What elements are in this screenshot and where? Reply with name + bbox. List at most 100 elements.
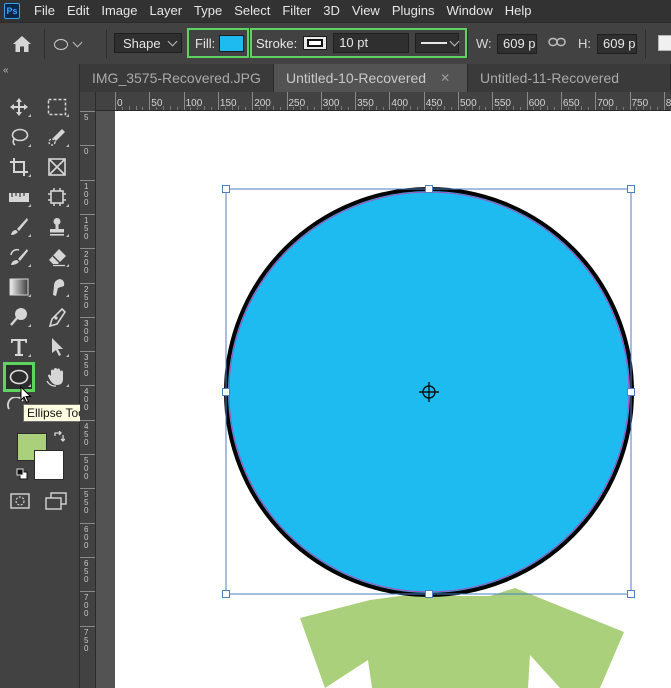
- menu-window[interactable]: Window: [440, 0, 498, 22]
- document-canvas[interactable]: [115, 111, 671, 688]
- ruler-major-tick: [80, 625, 95, 627]
- tab-untitled-11[interactable]: Untitled-11-Recovered: [468, 64, 671, 92]
- menu-3d[interactable]: 3D: [317, 0, 346, 22]
- dodge-icon: [10, 308, 27, 326]
- ruler-tick-label: 1 5 0: [84, 215, 89, 241]
- marquee-tool[interactable]: [44, 95, 70, 119]
- close-icon[interactable]: ✕: [440, 71, 450, 85]
- ruler-tick-label: 550: [494, 98, 511, 109]
- ruler-major-tick: [663, 92, 665, 110]
- menu-view[interactable]: View: [346, 0, 386, 22]
- path-selection-tool[interactable]: [44, 335, 70, 359]
- menu-type[interactable]: Type: [188, 0, 228, 22]
- healing-tool[interactable]: [6, 245, 32, 269]
- ruler-tick-label: 5 0 0: [84, 456, 89, 481]
- menu-image[interactable]: Image: [95, 0, 143, 22]
- width-input[interactable]: 609 p: [497, 34, 537, 54]
- menu-plugins[interactable]: Plugins: [386, 0, 441, 22]
- lasso-tool[interactable]: [6, 125, 32, 149]
- default-colors-icon[interactable]: [16, 468, 28, 480]
- artboard-tool[interactable]: [44, 185, 70, 209]
- smudge-tool[interactable]: [44, 275, 70, 299]
- menu-filter[interactable]: Filter: [276, 0, 317, 22]
- quick-selection-tool[interactable]: [44, 125, 70, 149]
- ruler-major-tick: [286, 92, 288, 110]
- ruler-minor-tick: [211, 107, 213, 110]
- hand-tool[interactable]: [44, 365, 70, 389]
- clone-stamp-icon: [50, 218, 64, 236]
- eyedropper-tool[interactable]: [6, 185, 32, 209]
- ruler-major-tick: [80, 488, 95, 490]
- home-button[interactable]: [8, 32, 36, 56]
- ruler-major-tick: [458, 92, 459, 110]
- align-edges-checkbox[interactable]: [658, 35, 671, 51]
- ruler-minor-tick: [409, 106, 411, 110]
- stamp-tool[interactable]: [44, 215, 70, 239]
- menu-help[interactable]: Help: [499, 0, 538, 22]
- collapse-panel-button[interactable]: «: [3, 65, 9, 76]
- dodge-tool[interactable]: [6, 305, 32, 329]
- stroke-type-select[interactable]: [415, 33, 460, 53]
- fill-control[interactable]: Fill:: [187, 28, 249, 58]
- menu-edit[interactable]: Edit: [61, 0, 95, 22]
- stroke-width-input[interactable]: 10 pt: [333, 33, 410, 53]
- height-input[interactable]: 609 p: [597, 34, 637, 54]
- ruler-major-tick: [595, 92, 597, 110]
- background-color-swatch[interactable]: [34, 450, 64, 480]
- ellipse-icon: [9, 369, 29, 385]
- type-tool[interactable]: [6, 335, 32, 359]
- quick-selection-brush-icon: [48, 129, 65, 146]
- pen-tool[interactable]: [44, 305, 70, 329]
- brush-tool[interactable]: [6, 215, 32, 239]
- ruler-minor-tick: [547, 106, 549, 110]
- ruler-major-tick: [252, 92, 254, 110]
- ruler-minor-tick: [519, 107, 521, 110]
- move-tool[interactable]: [6, 95, 32, 119]
- menu-layer[interactable]: Layer: [144, 0, 189, 22]
- home-icon: [13, 36, 31, 52]
- ruler-minor-tick: [444, 106, 446, 110]
- ruler-minor-tick: [163, 106, 165, 110]
- frame-tool[interactable]: [44, 155, 70, 179]
- chevron-down-icon: [72, 37, 83, 48]
- fill-color-swatch[interactable]: [219, 34, 245, 52]
- ruler-tick-label: 650: [562, 98, 580, 109]
- ruler-minor-tick: [313, 107, 315, 110]
- ruler-tick-label: 300: [322, 98, 340, 109]
- crop-tool[interactable]: [6, 155, 32, 179]
- ruler-tick-label: 4 0 0: [84, 387, 89, 413]
- brush-icon: [11, 218, 28, 235]
- ruler-minor-tick: [348, 107, 350, 110]
- ruler-minor-tick: [279, 107, 281, 110]
- move-icon: [10, 98, 28, 116]
- stroke-color-swatch[interactable]: [303, 36, 328, 50]
- rotate-view-icon: [46, 368, 63, 387]
- menu-file[interactable]: File: [28, 0, 61, 22]
- options-bar: Shape Fill: Stroke: 10 pt W: 609 p H: 60…: [0, 22, 671, 64]
- eraser-icon: [49, 249, 66, 267]
- eraser-tool[interactable]: [44, 245, 70, 269]
- ruler-minor-tick: [554, 107, 556, 110]
- link-icon[interactable]: [548, 36, 566, 51]
- ruler-tick-label: 2 0 0: [84, 250, 89, 276]
- ruler-tick-label: 3 5 0: [84, 353, 89, 379]
- screen-mode-icon[interactable]: [44, 492, 68, 510]
- tab-title: Untitled-10-Recovered: [286, 70, 427, 86]
- type-icon: [11, 339, 27, 356]
- ruler-major-tick: [80, 248, 95, 250]
- tool-mode-select[interactable]: Shape: [114, 33, 182, 53]
- menu-select[interactable]: Select: [228, 0, 276, 22]
- object-selection-icon: [48, 188, 66, 206]
- tab-img-3575[interactable]: IMG_3575-Recovered.JPG ✕: [80, 64, 285, 92]
- history-brush-icon: [10, 248, 28, 265]
- tab-title: IMG_3575-Recovered.JPG: [92, 70, 261, 86]
- options-divider: [44, 29, 45, 59]
- ruler-major-tick: [115, 92, 116, 110]
- crop-icon: [10, 158, 28, 176]
- gradient-tool[interactable]: [6, 275, 32, 299]
- swap-colors-icon[interactable]: [53, 431, 65, 443]
- tool-preset-picker[interactable]: [54, 34, 100, 54]
- ruler-tick-label: 600: [528, 98, 546, 109]
- quick-mask-icon[interactable]: [10, 493, 30, 509]
- tab-untitled-10[interactable]: Untitled-10-Recovered ✕: [274, 64, 468, 92]
